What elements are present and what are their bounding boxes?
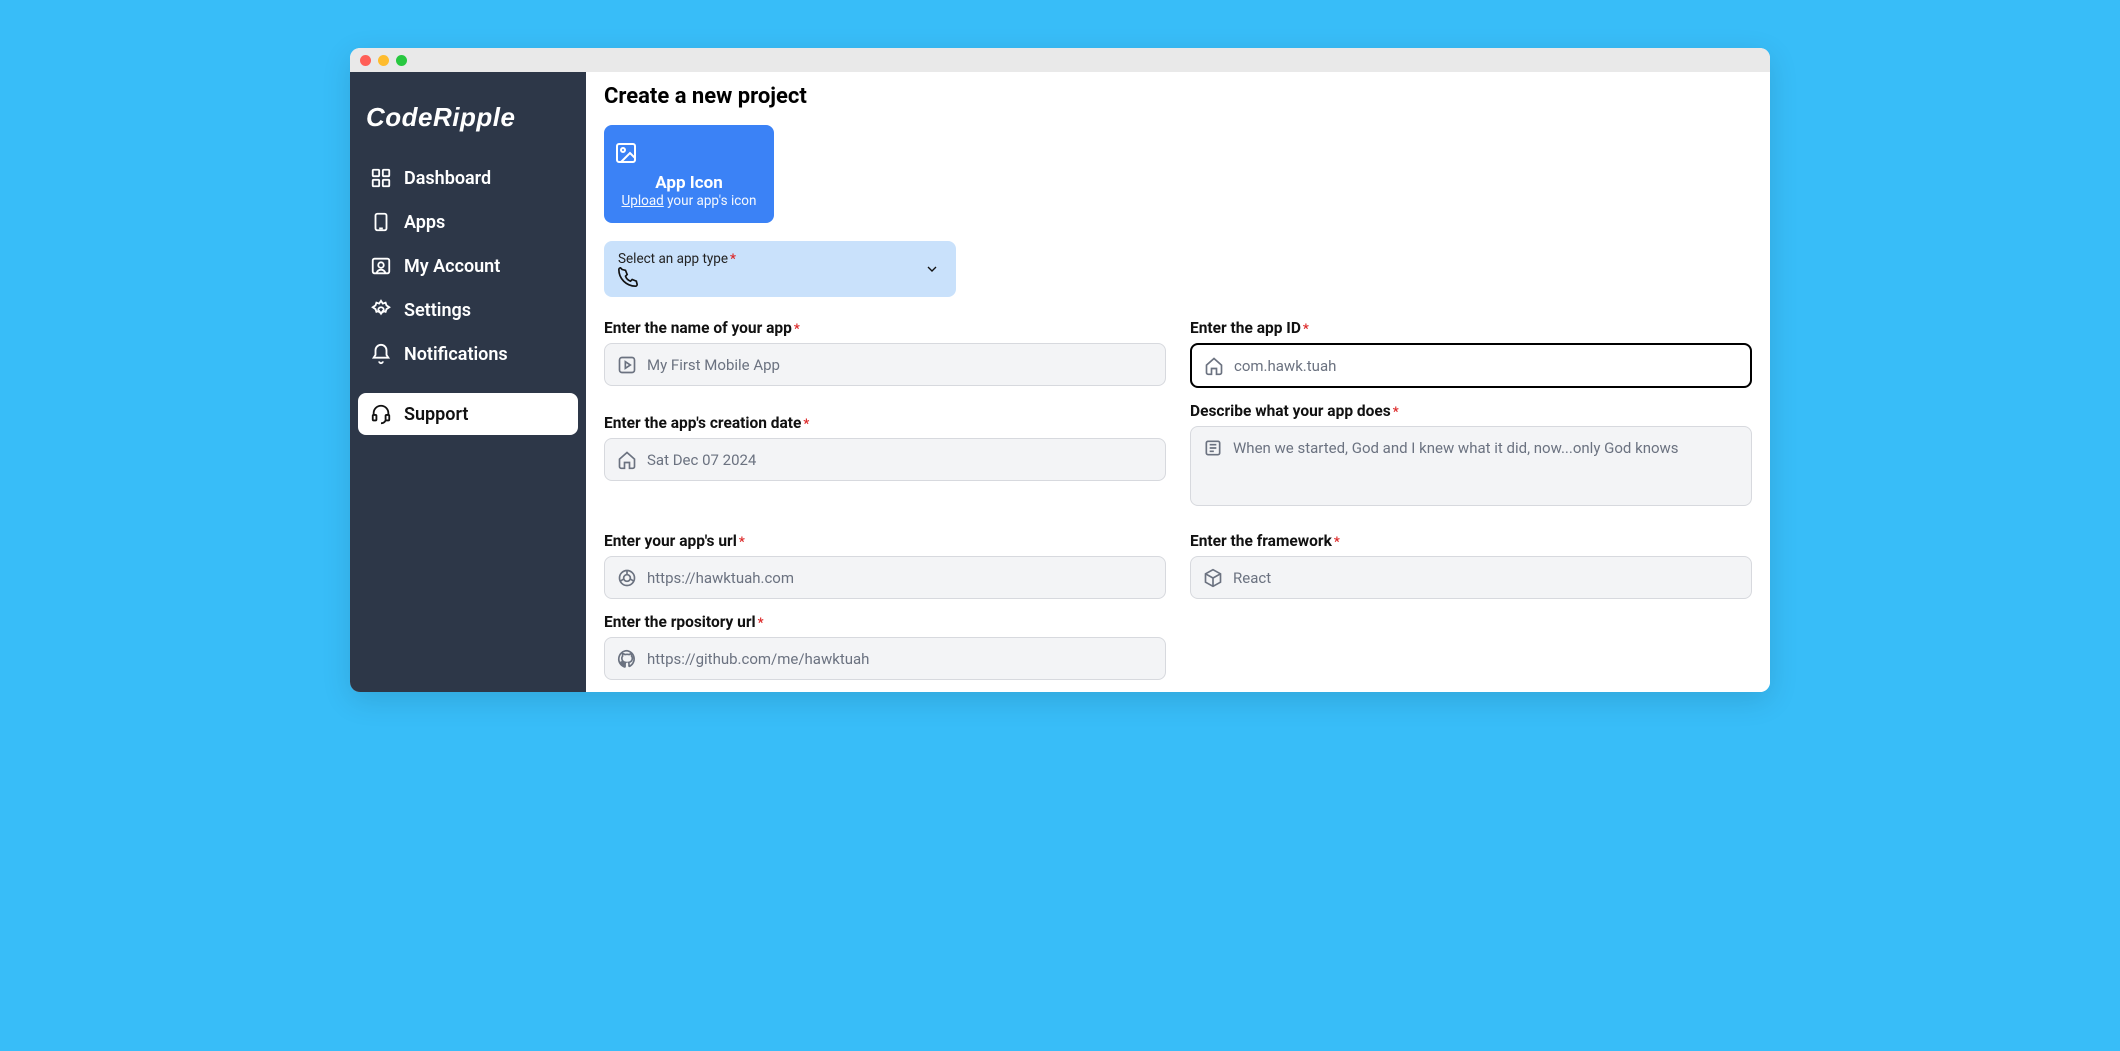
sidebar-item-label: Dashboard [404,168,491,189]
input-placeholder: Sat Dec 07 2024 [647,451,756,469]
field-app-url: Enter your app's url* https://hawktuah.c… [604,532,1166,599]
window-maximize-button[interactable] [396,55,407,66]
play-square-icon [617,355,637,375]
sidebar: CodeRipple Dashboard Apps [350,72,586,692]
sidebar-item-label: My Account [404,256,500,277]
field-app-name: Enter the name of your app* My First Mob… [604,319,1166,388]
input-placeholder: com.hawk.tuah [1234,357,1336,375]
field-label: Enter the app ID* [1190,319,1752,337]
repo-url-input[interactable]: https://github.com/me/hawktuah [604,637,1166,680]
app-body: CodeRipple Dashboard Apps [350,72,1770,692]
sidebar-item-label: Support [404,404,468,425]
input-placeholder: https://github.com/me/hawktuah [647,650,869,668]
sidebar-item-label: Apps [404,212,445,233]
sidebar-item-settings[interactable]: Settings [358,289,578,331]
chevron-down-icon [924,261,940,277]
field-label: Enter your app's url* [604,532,1166,550]
field-repo-url: Enter the rpository url* https://github.… [604,613,1166,680]
app-url-input[interactable]: https://hawktuah.com [604,556,1166,599]
gear-icon [370,299,392,321]
home-icon [617,450,637,470]
chrome-icon [617,568,637,588]
phone-icon [618,267,942,287]
window-minimize-button[interactable] [378,55,389,66]
select-label: Select an app type* [618,251,942,267]
sidebar-nav: Dashboard Apps My Account [358,157,578,435]
field-label: Enter the framework* [1190,532,1752,550]
sidebar-item-my-account[interactable]: My Account [358,245,578,287]
input-placeholder: https://hawktuah.com [647,569,794,587]
page-title: Create a new project [604,84,1752,109]
field-label: Enter the rpository url* [604,613,1166,631]
framework-input[interactable]: React [1190,556,1752,599]
sidebar-item-support[interactable]: Support [358,393,578,435]
titlebar [350,48,1770,72]
brand-logo: CodeRipple [358,96,578,137]
app-icon-upload-card[interactable]: App Icon Upload your app's icon [604,125,774,223]
sidebar-item-label: Settings [404,300,471,321]
upload-title: App Icon [614,173,764,193]
upload-link[interactable]: Upload [622,193,664,209]
field-created-date: Enter the app's creation date* Sat Dec 0… [604,414,1166,506]
window-close-button[interactable] [360,55,371,66]
field-label: Describe what your app does* [1190,402,1752,420]
form-grid: Enter the name of your app* My First Mob… [604,309,1752,680]
field-label: Enter the name of your app* [604,319,1166,337]
headset-icon [370,403,392,425]
input-placeholder: React [1233,569,1271,587]
device-icon [370,211,392,233]
sidebar-item-label: Notifications [404,344,508,365]
sidebar-item-notifications[interactable]: Notifications [358,333,578,375]
box-icon [1203,568,1223,588]
image-icon [614,141,764,165]
user-badge-icon [370,255,392,277]
input-placeholder: When we started, God and I knew what it … [1233,437,1679,457]
description-input[interactable]: When we started, God and I knew what it … [1190,426,1752,506]
newspaper-icon [1203,438,1223,458]
app-name-input[interactable]: My First Mobile App [604,343,1166,386]
upload-subtitle: Upload your app's icon [614,193,764,209]
app-id-input[interactable]: com.hawk.tuah [1190,343,1752,388]
bell-icon [370,343,392,365]
app-type-select[interactable]: Select an app type* [604,241,956,297]
created-date-input[interactable]: Sat Dec 07 2024 [604,438,1166,481]
field-framework: Enter the framework* React [1190,532,1752,599]
sidebar-item-apps[interactable]: Apps [358,201,578,243]
field-label: Enter the app's creation date* [604,414,1166,432]
app-window: CodeRipple Dashboard Apps [350,48,1770,692]
input-placeholder: My First Mobile App [647,356,780,374]
grid-icon [370,167,392,189]
field-description: Describe what your app does* When we sta… [1190,402,1752,506]
github-icon [617,649,637,669]
field-app-id: Enter the app ID* com.hawk.tuah [1190,319,1752,388]
home-icon [1204,356,1224,376]
main-content: Create a new project App Icon Upload you… [586,72,1770,692]
sidebar-item-dashboard[interactable]: Dashboard [358,157,578,199]
